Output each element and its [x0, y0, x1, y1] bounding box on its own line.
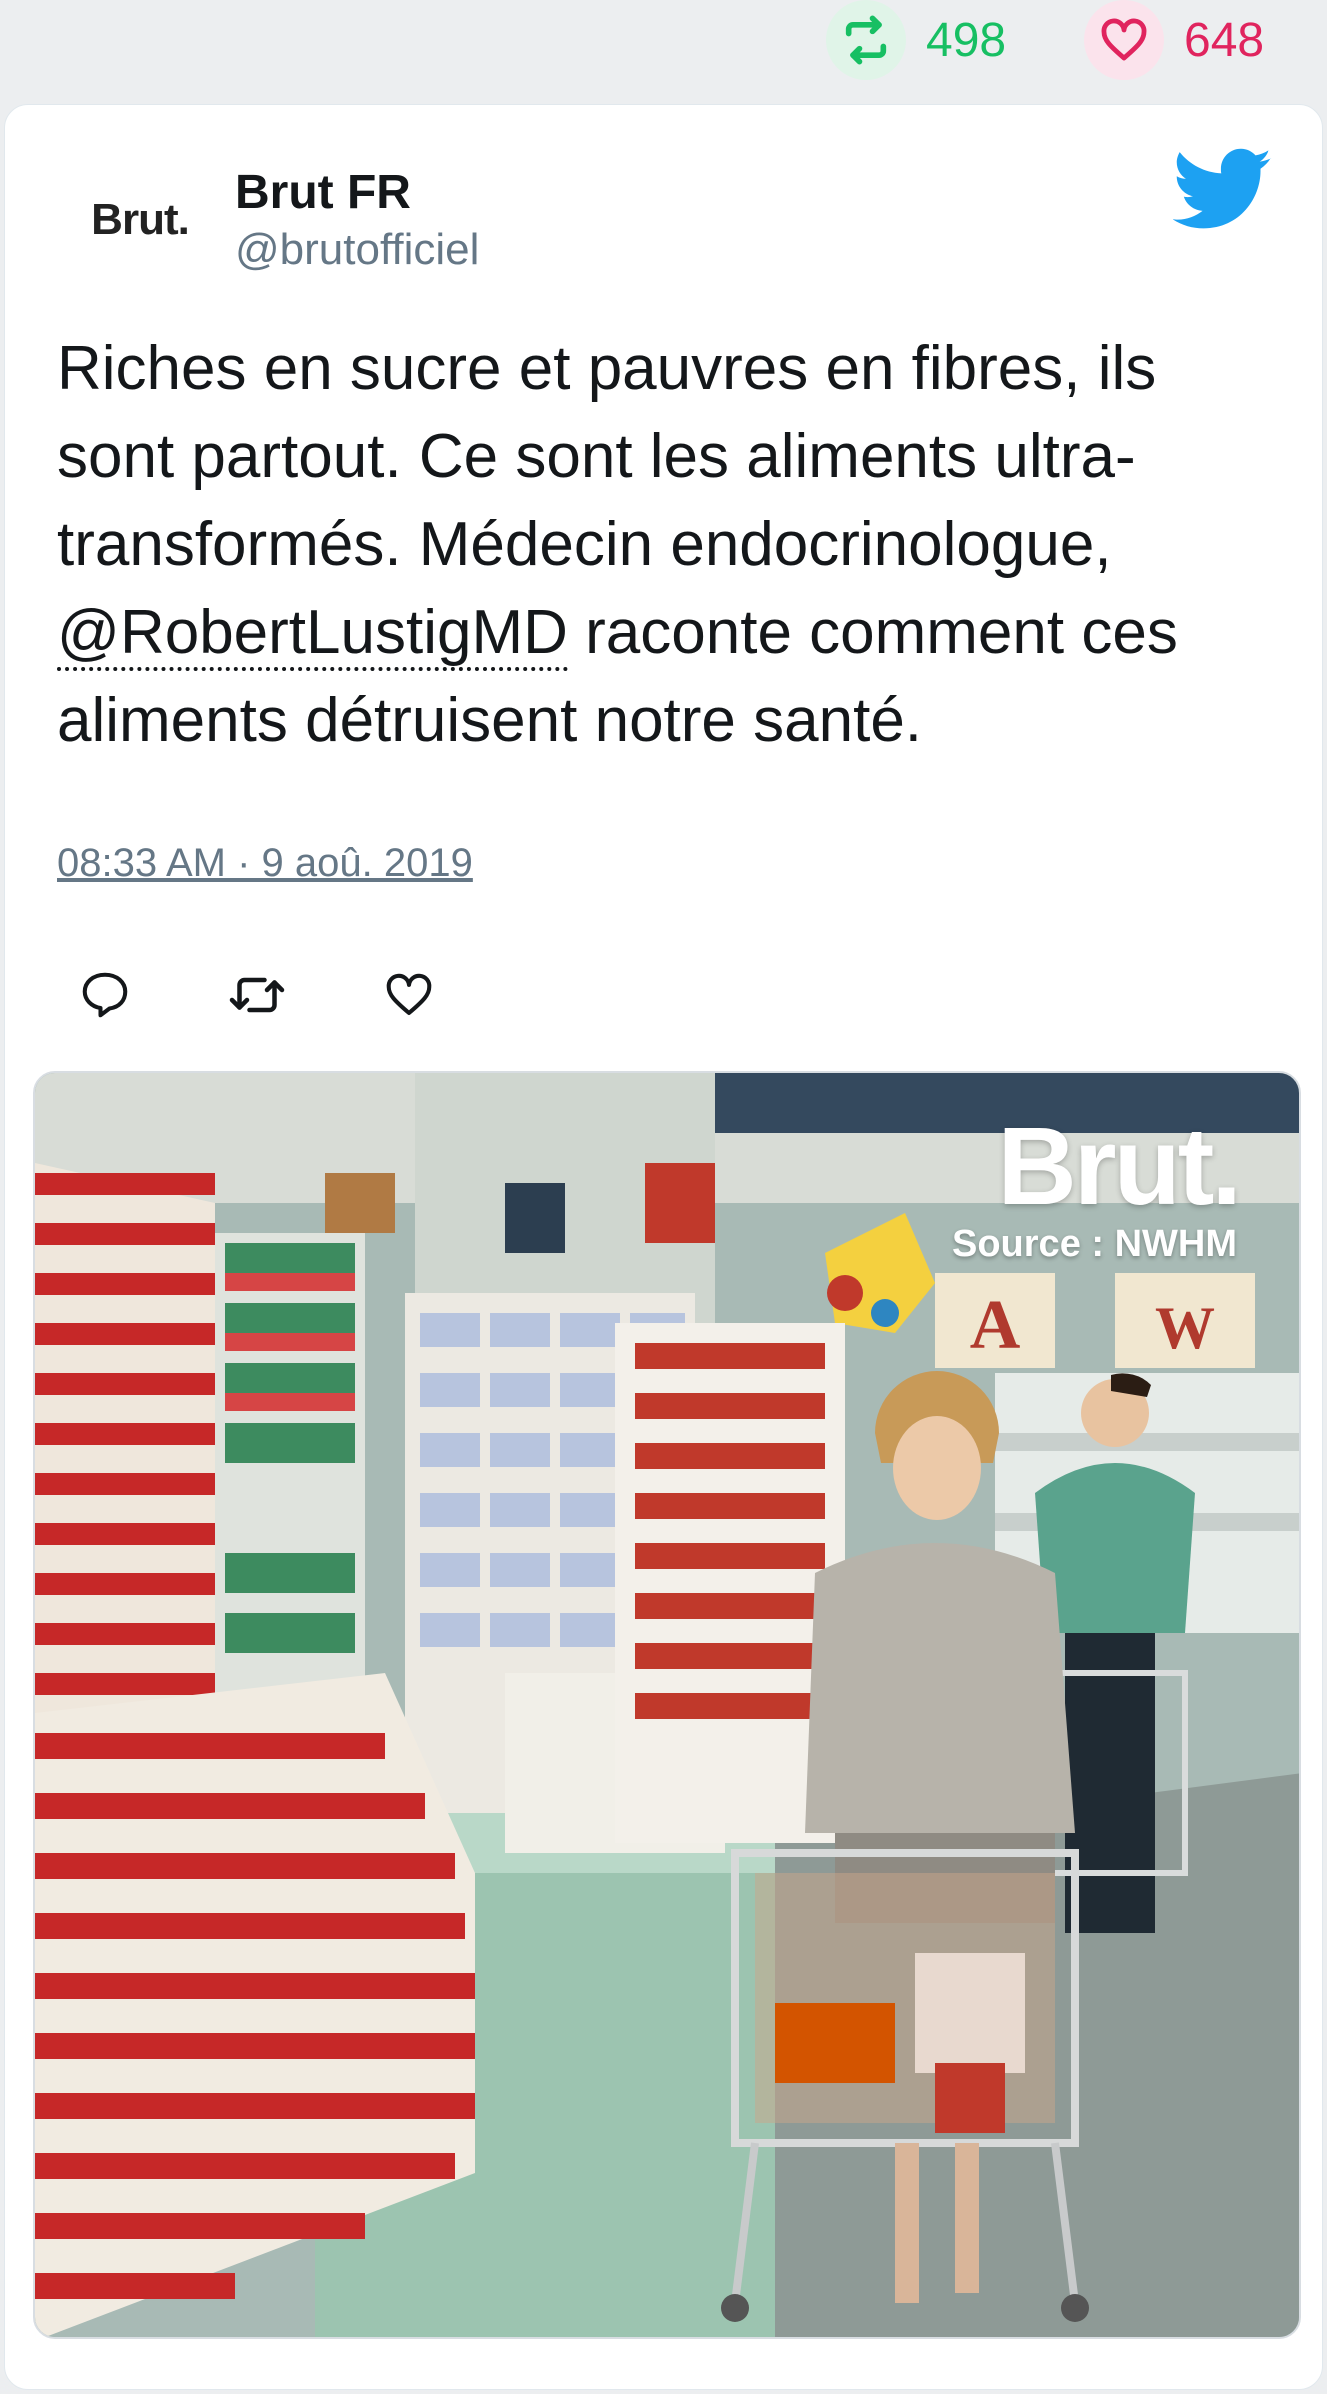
engagement-bar: 498 648: [0, 0, 1327, 100]
tweet-actions: [65, 955, 521, 1035]
retweet-stat[interactable]: 498: [826, 0, 1006, 80]
source-watermark: Source : NWHM: [952, 1223, 1237, 1265]
author-handle[interactable]: @brutofficiel: [235, 225, 479, 275]
tweet-text: Riches en sucre et pauvres en fibres, il…: [57, 325, 1287, 765]
like-action-icon[interactable]: [369, 955, 449, 1035]
sign-letter-w: W: [1155, 1295, 1215, 1361]
sign-letter-a: A: [970, 1287, 1021, 1364]
reply-icon[interactable]: [65, 955, 145, 1035]
heart-icon[interactable]: [1084, 0, 1164, 80]
tweet-text-start: Riches en sucre et pauvres en fibres, il…: [57, 334, 1157, 579]
tweet-card[interactable]: Brut. Brut FR @brutofficiel Riches en su…: [4, 104, 1323, 2390]
tweet-timestamp[interactable]: 08:33 AM · 9 aoû. 2019: [57, 841, 473, 886]
like-count: 648: [1184, 13, 1265, 67]
brut-watermark: Brut.: [997, 1105, 1242, 1228]
like-stat[interactable]: 648: [1084, 0, 1264, 80]
retweet-action-icon[interactable]: [217, 955, 297, 1035]
twitter-bird-icon[interactable]: [1172, 145, 1273, 235]
avatar[interactable]: Brut.: [55, 165, 225, 275]
tweet-media-image[interactable]: A W Brut. Source: NWHM: [33, 1071, 1301, 2339]
author-name[interactable]: Brut FR: [235, 165, 411, 220]
retweet-icon[interactable]: [826, 0, 906, 80]
retweet-count: 498: [926, 13, 1007, 67]
mention-link[interactable]: @RobertLustigMD: [57, 598, 568, 671]
